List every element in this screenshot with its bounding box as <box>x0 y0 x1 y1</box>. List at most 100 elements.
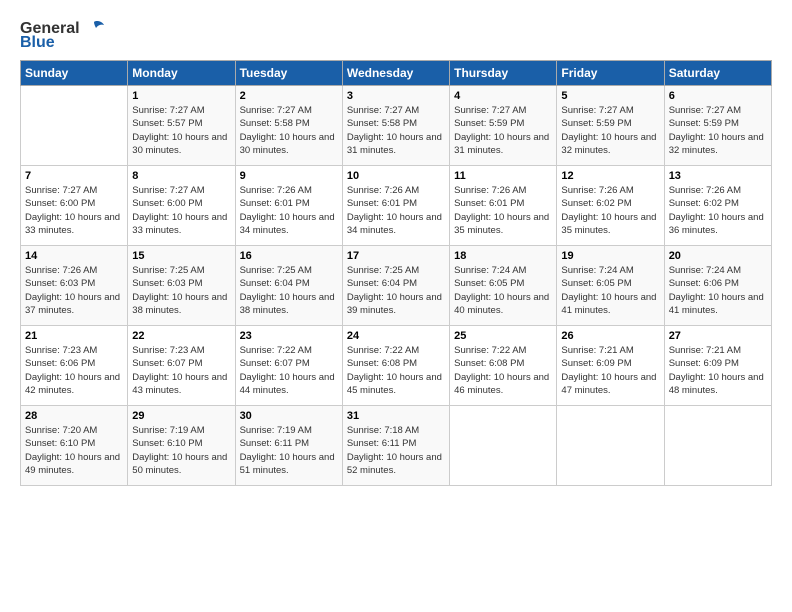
day-number: 12 <box>561 170 659 182</box>
day-number: 19 <box>561 250 659 262</box>
day-info: Sunrise: 7:19 AMSunset: 6:11 PMDaylight:… <box>240 424 338 477</box>
calendar-cell: 12Sunrise: 7:26 AMSunset: 6:02 PMDayligh… <box>557 166 664 246</box>
calendar-cell: 5 Sunrise: 7:27 AMSunset: 5:59 PMDaylight… <box>557 86 664 166</box>
day-info: Sunrise: 7:24 AMSunset: 6:06 PMDaylight:… <box>669 264 767 317</box>
calendar-cell: 9 Sunrise: 7:26 AMSunset: 6:01 PMDaylight… <box>235 166 342 246</box>
day-number: 27 <box>669 330 767 342</box>
day-number: 7 <box>25 170 123 182</box>
calendar-cell: 7 Sunrise: 7:27 AMSunset: 6:00 PMDaylight… <box>21 166 128 246</box>
day-number: 11 <box>454 170 552 182</box>
day-number: 6 <box>669 90 767 102</box>
day-number: 23 <box>240 330 338 342</box>
day-number: 22 <box>132 330 230 342</box>
calendar-cell: 26 Sunrise: 7:21 AMSunset: 6:09 PMDayligh… <box>557 326 664 406</box>
calendar-cell <box>664 406 771 486</box>
day-info: Sunrise: 7:27 AMSunset: 5:57 PMDaylight:… <box>132 104 230 157</box>
calendar-cell <box>450 406 557 486</box>
logo: General Blue <box>20 20 104 52</box>
day-info: Sunrise: 7:23 AMSunset: 6:06 PMDaylight:… <box>25 344 123 397</box>
day-number: 25 <box>454 330 552 342</box>
day-number: 16 <box>240 250 338 262</box>
calendar-cell: 14 Sunrise: 7:26 AMSunset: 6:03 PMDayligh… <box>21 246 128 326</box>
day-info: Sunrise: 7:27 AMSunset: 5:59 PMDaylight:… <box>561 104 659 157</box>
calendar-cell: 25 Sunrise: 7:22 AMSunset: 6:08 PMDayligh… <box>450 326 557 406</box>
day-header-tuesday: Tuesday <box>235 61 342 86</box>
calendar-cell: 28 Sunrise: 7:20 AMSunset: 6:10 PMDayligh… <box>21 406 128 486</box>
day-number: 9 <box>240 170 338 182</box>
calendar-cell <box>557 406 664 486</box>
day-info: Sunrise: 7:25 AMSunset: 6:04 PMDaylight:… <box>347 264 445 317</box>
day-info: Sunrise: 7:21 AMSunset: 6:09 PMDaylight:… <box>669 344 767 397</box>
day-info: Sunrise: 7:27 AMSunset: 6:00 PMDaylight:… <box>25 184 123 237</box>
day-number: 13 <box>669 170 767 182</box>
calendar-cell: 13 Sunrise: 7:26 AMSunset: 6:02 PMDayligh… <box>664 166 771 246</box>
calendar-cell: 31Sunrise: 7:18 AMSunset: 6:11 PMDayligh… <box>342 406 449 486</box>
day-header-saturday: Saturday <box>664 61 771 86</box>
day-number: 31 <box>347 410 445 422</box>
day-info: Sunrise: 7:25 AMSunset: 6:03 PMDaylight:… <box>132 264 230 317</box>
day-number: 20 <box>669 250 767 262</box>
day-number: 18 <box>454 250 552 262</box>
day-info: Sunrise: 7:26 AMSunset: 6:01 PMDaylight:… <box>240 184 338 237</box>
day-info: Sunrise: 7:24 AMSunset: 6:05 PMDaylight:… <box>454 264 552 317</box>
day-info: Sunrise: 7:20 AMSunset: 6:10 PMDaylight:… <box>25 424 123 477</box>
calendar-cell: 18 Sunrise: 7:24 AMSunset: 6:05 PMDayligh… <box>450 246 557 326</box>
day-info: Sunrise: 7:26 AMSunset: 6:01 PMDaylight:… <box>347 184 445 237</box>
calendar-cell: 8 Sunrise: 7:27 AMSunset: 6:00 PMDaylight… <box>128 166 235 246</box>
calendar-cell: 15 Sunrise: 7:25 AMSunset: 6:03 PMDayligh… <box>128 246 235 326</box>
day-info: Sunrise: 7:26 AMSunset: 6:01 PMDaylight:… <box>454 184 552 237</box>
calendar-cell: 22 Sunrise: 7:23 AMSunset: 6:07 PMDayligh… <box>128 326 235 406</box>
day-info: Sunrise: 7:27 AMSunset: 5:58 PMDaylight:… <box>347 104 445 157</box>
day-info: Sunrise: 7:27 AMSunset: 5:59 PMDaylight:… <box>454 104 552 157</box>
day-number: 3 <box>347 90 445 102</box>
logo-blue: Blue <box>20 34 55 52</box>
day-info: Sunrise: 7:26 AMSunset: 6:03 PMDaylight:… <box>25 264 123 317</box>
day-header-thursday: Thursday <box>450 61 557 86</box>
day-number: 24 <box>347 330 445 342</box>
day-info: Sunrise: 7:21 AMSunset: 6:09 PMDaylight:… <box>561 344 659 397</box>
day-number: 14 <box>25 250 123 262</box>
calendar-table: SundayMondayTuesdayWednesdayThursdayFrid… <box>20 60 772 486</box>
calendar-cell: 19 Sunrise: 7:24 AMSunset: 6:05 PMDayligh… <box>557 246 664 326</box>
day-info: Sunrise: 7:27 AMSunset: 5:58 PMDaylight:… <box>240 104 338 157</box>
calendar-cell: 23 Sunrise: 7:22 AMSunset: 6:07 PMDayligh… <box>235 326 342 406</box>
day-info: Sunrise: 7:27 AMSunset: 5:59 PMDaylight:… <box>669 104 767 157</box>
calendar-cell: 16 Sunrise: 7:25 AMSunset: 6:04 PMDayligh… <box>235 246 342 326</box>
calendar-cell: 10Sunrise: 7:26 AMSunset: 6:01 PMDayligh… <box>342 166 449 246</box>
calendar-cell: 20 Sunrise: 7:24 AMSunset: 6:06 PMDayligh… <box>664 246 771 326</box>
day-number: 5 <box>561 90 659 102</box>
day-info: Sunrise: 7:23 AMSunset: 6:07 PMDaylight:… <box>132 344 230 397</box>
day-number: 4 <box>454 90 552 102</box>
day-number: 26 <box>561 330 659 342</box>
calendar-cell <box>21 86 128 166</box>
day-number: 28 <box>25 410 123 422</box>
day-info: Sunrise: 7:26 AMSunset: 6:02 PMDaylight:… <box>669 184 767 237</box>
day-info: Sunrise: 7:24 AMSunset: 6:05 PMDaylight:… <box>561 264 659 317</box>
calendar-cell: 24 Sunrise: 7:22 AMSunset: 6:08 PMDayligh… <box>342 326 449 406</box>
calendar-cell: 2 Sunrise: 7:27 AMSunset: 5:58 PMDaylight… <box>235 86 342 166</box>
calendar-cell: 30 Sunrise: 7:19 AMSunset: 6:11 PMDayligh… <box>235 406 342 486</box>
day-info: Sunrise: 7:19 AMSunset: 6:10 PMDaylight:… <box>132 424 230 477</box>
calendar-cell: 3 Sunrise: 7:27 AMSunset: 5:58 PMDaylight… <box>342 86 449 166</box>
calendar-cell: 6 Sunrise: 7:27 AMSunset: 5:59 PMDaylight… <box>664 86 771 166</box>
calendar-cell: 29 Sunrise: 7:19 AMSunset: 6:10 PMDayligh… <box>128 406 235 486</box>
day-header-friday: Friday <box>557 61 664 86</box>
day-info: Sunrise: 7:22 AMSunset: 6:08 PMDaylight:… <box>347 344 445 397</box>
day-number: 2 <box>240 90 338 102</box>
day-info: Sunrise: 7:22 AMSunset: 6:07 PMDaylight:… <box>240 344 338 397</box>
calendar-cell: 17 Sunrise: 7:25 AMSunset: 6:04 PMDayligh… <box>342 246 449 326</box>
day-info: Sunrise: 7:27 AMSunset: 6:00 PMDaylight:… <box>132 184 230 237</box>
day-header-wednesday: Wednesday <box>342 61 449 86</box>
day-number: 15 <box>132 250 230 262</box>
calendar-cell: 21 Sunrise: 7:23 AMSunset: 6:06 PMDayligh… <box>21 326 128 406</box>
day-number: 29 <box>132 410 230 422</box>
calendar-cell: 11 Sunrise: 7:26 AMSunset: 6:01 PMDayligh… <box>450 166 557 246</box>
day-number: 1 <box>132 90 230 102</box>
day-number: 21 <box>25 330 123 342</box>
calendar-cell: 1 Sunrise: 7:27 AMSunset: 5:57 PMDaylight… <box>128 86 235 166</box>
day-number: 30 <box>240 410 338 422</box>
day-number: 8 <box>132 170 230 182</box>
day-info: Sunrise: 7:25 AMSunset: 6:04 PMDaylight:… <box>240 264 338 317</box>
day-number: 17 <box>347 250 445 262</box>
day-info: Sunrise: 7:22 AMSunset: 6:08 PMDaylight:… <box>454 344 552 397</box>
